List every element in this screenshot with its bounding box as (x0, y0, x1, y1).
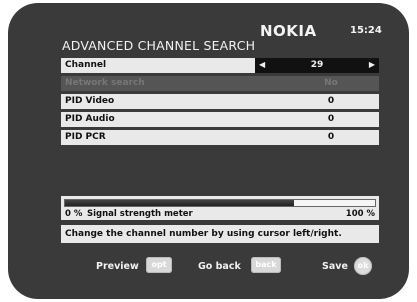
go-back-button[interactable]: Go back back (198, 256, 288, 278)
menu-item-value: No (324, 78, 338, 88)
save-label: Save (322, 261, 348, 272)
menu-item-label: Network search (65, 78, 145, 88)
signal-meter (64, 199, 376, 207)
menu-item-pid-pcr[interactable]: PID PCR 0 (61, 130, 379, 145)
clock: 15:24 (350, 25, 382, 36)
signal-strength-panel: 0 % Signal strength meter 100 % (61, 196, 379, 220)
signal-min-label: 0 % (65, 209, 83, 219)
signal-meter-fill (65, 200, 295, 206)
back-key-icon: back (251, 257, 281, 273)
menu-item-value: 0 (327, 132, 335, 142)
menu-item-value: 0 (327, 96, 335, 106)
settings-menu: Channel ◀ 29 ▶ Network search No PID Vid… (61, 58, 379, 148)
footer-bar: Preview opt Go back back Save ok (8, 256, 409, 278)
menu-item-label: Channel (65, 60, 107, 70)
arrow-right-icon[interactable]: ▶ (369, 60, 375, 69)
help-text: Change the channel number by using curso… (61, 225, 379, 243)
channel-selector[interactable]: ◀ 29 ▶ (255, 58, 379, 73)
channel-value: 29 (310, 60, 324, 70)
brand-logo: NOKIA (260, 22, 317, 40)
signal-max-label: 100 % (345, 209, 375, 219)
menu-item-channel[interactable]: Channel ◀ 29 ▶ (61, 58, 379, 73)
menu-item-pid-audio[interactable]: PID Audio 0 (61, 112, 379, 127)
preview-button[interactable]: Preview opt (96, 256, 176, 278)
tv-screen: ADVANCED CHANNEL SEARCH NOKIA 15:24 Chan… (8, 3, 409, 299)
page-title: ADVANCED CHANNEL SEARCH (62, 38, 256, 53)
signal-caption: Signal strength meter (87, 209, 193, 219)
opt-key-icon: opt (146, 257, 172, 273)
go-back-label: Go back (198, 261, 241, 272)
menu-item-label: PID PCR (65, 132, 106, 142)
menu-item-pid-video[interactable]: PID Video 0 (61, 94, 379, 109)
preview-label: Preview (96, 261, 139, 272)
menu-item-label: PID Audio (65, 114, 115, 124)
menu-item-network-search: Network search No (61, 76, 379, 91)
ok-key-icon: ok (354, 257, 372, 275)
menu-item-value: 0 (327, 114, 335, 124)
save-button[interactable]: Save ok (322, 256, 382, 278)
menu-item-label: PID Video (65, 96, 115, 106)
